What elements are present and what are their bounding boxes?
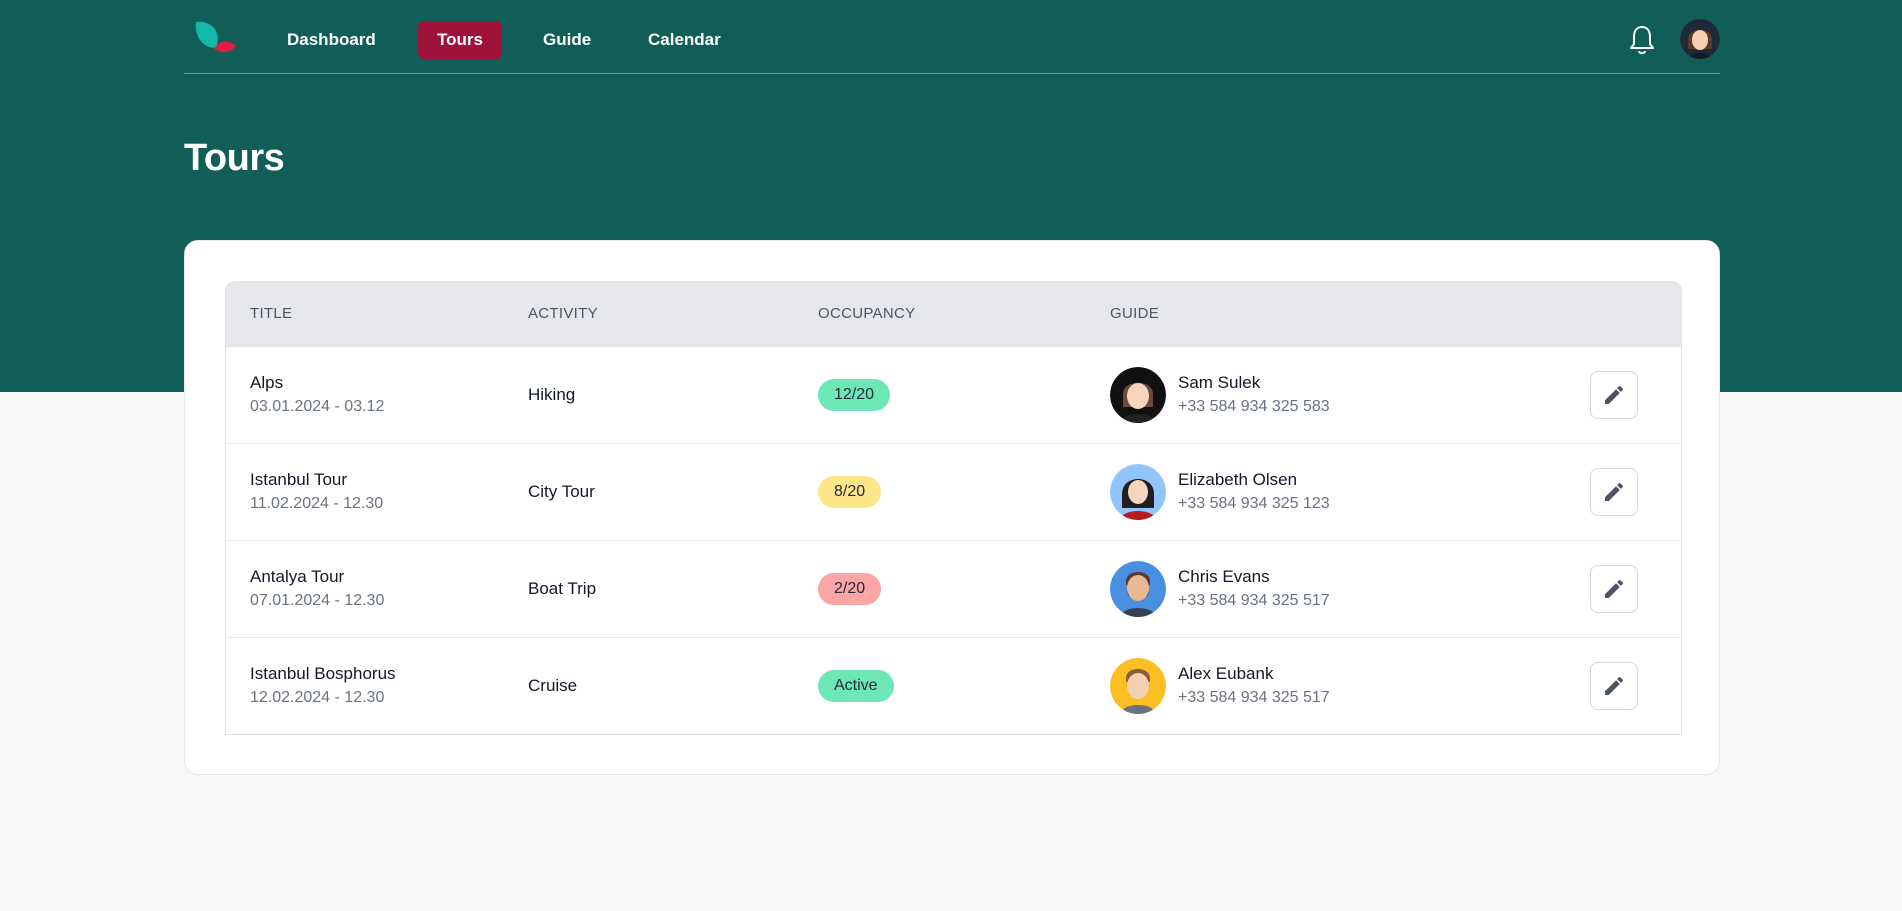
tour-activity: Boat Trip <box>528 579 597 598</box>
tours-card: TITLE ACTIVITY OCCUPANCY GUIDE Alps 03.0… <box>184 240 1720 775</box>
occupancy-badge: 2/20 <box>818 573 882 605</box>
table-row: Istanbul Tour 11.02.2024 - 12.30 City To… <box>226 443 1681 540</box>
header-activity: ACTIVITY <box>528 305 598 322</box>
leaf-logo-icon[interactable] <box>192 18 242 58</box>
guide-phone: +33 584 934 325 517 <box>1178 592 1330 609</box>
tour-dates: 12.02.2024 - 12.30 <box>250 689 385 706</box>
tour-title: Istanbul Tour <box>250 470 348 489</box>
nav-guide[interactable]: Guide <box>524 21 610 59</box>
occupancy-badge: 8/20 <box>818 476 882 508</box>
nav-dashboard[interactable]: Dashboard <box>268 21 395 59</box>
woman-avatar-icon <box>1110 464 1166 520</box>
user-avatar-icon <box>1680 19 1720 59</box>
tour-dates: 07.01.2024 - 12.30 <box>250 592 385 609</box>
pencil-icon <box>1605 385 1623 404</box>
header-occupancy: OCCUPANCY <box>818 305 916 322</box>
tour-dates: 03.01.2024 - 03.12 <box>250 398 385 415</box>
pencil-icon <box>1605 482 1623 501</box>
nav-tours[interactable]: Tours <box>418 21 502 59</box>
user-avatar[interactable] <box>1680 19 1720 59</box>
edit-button[interactable] <box>1590 468 1638 516</box>
table-row: Alps 03.01.2024 - 03.12 Hiking 12/20 Sam… <box>226 346 1681 443</box>
nav-calendar[interactable]: Calendar <box>629 21 740 59</box>
edit-button[interactable] <box>1590 565 1638 613</box>
edit-button[interactable] <box>1590 371 1638 419</box>
header-title: TITLE <box>250 305 293 322</box>
tour-title-cell: Istanbul Tour 11.02.2024 - 12.30 <box>250 468 383 516</box>
guide-name: Alex Eubank <box>1178 664 1274 683</box>
tour-activity: Hiking <box>528 385 576 404</box>
guide-name: Sam Sulek <box>1178 373 1261 392</box>
man-avatar-icon <box>1110 658 1166 714</box>
dark-hair-avatar-icon <box>1110 367 1166 423</box>
tour-title: Istanbul Bosphorus <box>250 664 396 683</box>
tour-title-cell: Alps 03.01.2024 - 03.12 <box>250 371 384 419</box>
table-header: TITLE ACTIVITY OCCUPANCY GUIDE <box>226 282 1681 346</box>
guide-info: Alex Eubank +33 584 934 325 517 <box>1178 662 1330 710</box>
table-row: Istanbul Bosphorus 12.02.2024 - 12.30 Cr… <box>226 637 1681 734</box>
guide-name: Elizabeth Olsen <box>1178 470 1298 489</box>
guide-avatar <box>1110 561 1166 617</box>
bell-icon[interactable] <box>1628 24 1656 56</box>
occupancy-badge: 12/20 <box>818 379 891 411</box>
tour-dates: 11.02.2024 - 12.30 <box>250 495 384 512</box>
guide-avatar <box>1110 367 1166 423</box>
guide-name: Chris Evans <box>1178 567 1270 586</box>
guide-avatar <box>1110 464 1166 520</box>
tour-title-cell: Istanbul Bosphorus 12.02.2024 - 12.30 <box>250 662 396 710</box>
pencil-icon <box>1605 579 1623 598</box>
guide-avatar <box>1110 658 1166 714</box>
top-navigation: Dashboard Tours Guide Calendar <box>184 0 1720 74</box>
header-guide: GUIDE <box>1110 305 1160 322</box>
page-title: Tours <box>184 137 285 179</box>
tours-table: TITLE ACTIVITY OCCUPANCY GUIDE Alps 03.0… <box>225 281 1682 735</box>
pencil-icon <box>1605 676 1623 695</box>
guide-info: Sam Sulek +33 584 934 325 583 <box>1178 371 1330 419</box>
guide-phone: +33 584 934 325 123 <box>1178 495 1330 512</box>
tour-title: Antalya Tour <box>250 567 345 586</box>
guide-phone: +33 584 934 325 583 <box>1178 398 1330 415</box>
status-badge: Active <box>818 670 894 702</box>
tour-activity: City Tour <box>528 482 595 501</box>
bearded-man-avatar-icon <box>1110 561 1166 617</box>
guide-info: Chris Evans +33 584 934 325 517 <box>1178 565 1330 613</box>
tour-title-cell: Antalya Tour 07.01.2024 - 12.30 <box>250 565 384 613</box>
table-row: Antalya Tour 07.01.2024 - 12.30 Boat Tri… <box>226 540 1681 637</box>
guide-info: Elizabeth Olsen +33 584 934 325 123 <box>1178 468 1330 516</box>
edit-button[interactable] <box>1590 662 1638 710</box>
tour-activity: Cruise <box>528 676 578 695</box>
guide-phone: +33 584 934 325 517 <box>1178 689 1330 706</box>
tour-title: Alps <box>250 373 284 392</box>
